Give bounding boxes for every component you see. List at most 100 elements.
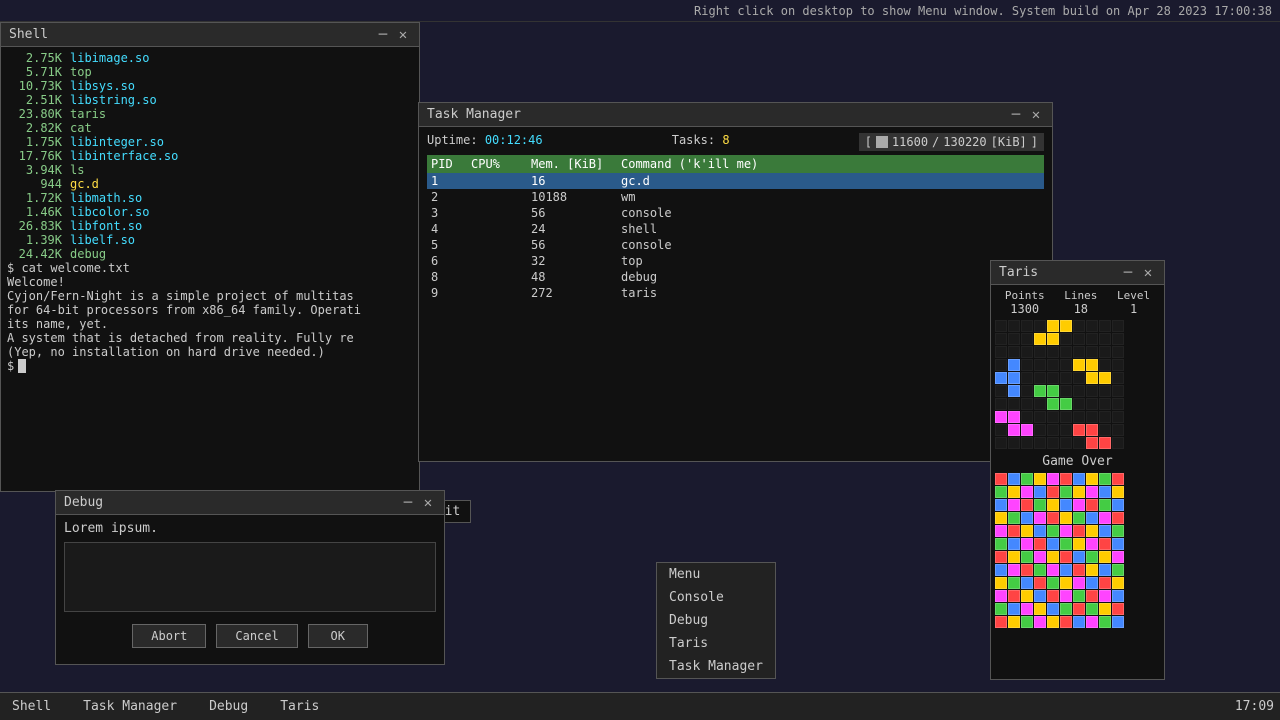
taskmanager-minimize-btn[interactable]: ─: [1008, 107, 1024, 123]
taris-cell: [995, 525, 1007, 537]
debug-abort-btn[interactable]: Abort: [132, 624, 206, 648]
tm-process-row[interactable]: 9272taris: [427, 285, 1044, 301]
context-menu-item[interactable]: Menu: [657, 563, 775, 586]
taris-cell: [1073, 437, 1085, 449]
taris-cell: [995, 424, 1007, 436]
taris-titlebar: Taris ─ ✕: [991, 261, 1164, 285]
tm-tasks-val: 8: [722, 133, 729, 147]
taskbar-taris[interactable]: Taris: [274, 697, 325, 716]
shell-file-line: 1.75Klibinteger.so: [7, 135, 413, 149]
taris-cell: [1060, 616, 1072, 628]
taris-cell: [1086, 616, 1098, 628]
taris-cell: [1073, 590, 1085, 602]
taris-cell: [1099, 473, 1111, 485]
debug-buttons: Abort Cancel OK: [64, 624, 436, 648]
debug-minimize-btn[interactable]: ─: [400, 495, 416, 511]
shell-close-btn[interactable]: ✕: [395, 27, 411, 43]
taris-cell: [1112, 346, 1124, 358]
taris-cell: [1073, 603, 1085, 615]
taskmanager-titlebar: Task Manager ─ ✕: [419, 103, 1052, 127]
shell-input-line: $: [7, 359, 413, 373]
shell-minimize-btn[interactable]: ─: [375, 27, 391, 43]
tm-process-row[interactable]: 424shell: [427, 221, 1044, 237]
tm-process-row[interactable]: 632top: [427, 253, 1044, 269]
debug-ok-btn[interactable]: OK: [308, 624, 368, 648]
taris-cell: [1034, 590, 1046, 602]
taris-lines-val: 18: [1064, 302, 1097, 316]
debug-textarea[interactable]: [64, 542, 436, 612]
taris-cell: [1060, 359, 1072, 371]
shell-para5: (Yep, no installation on hard drive need…: [7, 345, 413, 359]
taris-cell: [1008, 538, 1020, 550]
taris-minimize-btn[interactable]: ─: [1120, 265, 1136, 281]
taris-close-btn[interactable]: ✕: [1140, 265, 1156, 281]
taskmanager-close-btn[interactable]: ✕: [1028, 107, 1044, 123]
taris-cell: [1021, 372, 1033, 384]
context-menu-item[interactable]: Console: [657, 586, 775, 609]
top-bar: Right click on desktop to show Menu wind…: [0, 0, 1280, 22]
taris-cell: [1112, 603, 1124, 615]
taris-cell: [1047, 411, 1059, 423]
taris-cell: [1021, 437, 1033, 449]
taris-cell: [1021, 398, 1033, 410]
shell-file-line: 2.75Klibimage.so: [7, 51, 413, 65]
taris-cell: [1060, 424, 1072, 436]
taskbar-shell[interactable]: Shell: [6, 697, 57, 716]
taris-cell: [1099, 411, 1111, 423]
taris-cell: [1086, 551, 1098, 563]
taris-cell: [1099, 551, 1111, 563]
debug-cancel-btn[interactable]: Cancel: [216, 624, 297, 648]
context-menu-item[interactable]: Taris: [657, 632, 775, 655]
taris-cell: [1021, 616, 1033, 628]
context-menu-item[interactable]: Task Manager: [657, 655, 775, 678]
context-menu-item[interactable]: Debug: [657, 609, 775, 632]
taris-cell: [995, 473, 1007, 485]
taris-cell: [1073, 424, 1085, 436]
taskbar-debug[interactable]: Debug: [203, 697, 254, 716]
taskbar-taskmanager[interactable]: Task Manager: [77, 697, 183, 716]
tm-mem-bar: [876, 136, 888, 148]
shell-file-line: 17.76Klibinterface.so: [7, 149, 413, 163]
shell-window: Shell ─ ✕ 2.75Klibimage.so5.71Ktop10.73K…: [0, 22, 420, 492]
taris-cell: [1086, 525, 1098, 537]
tm-process-row[interactable]: 556console: [427, 237, 1044, 253]
taris-cell: [1021, 538, 1033, 550]
taris-cell: [1060, 333, 1072, 345]
taris-cell: [1060, 372, 1072, 384]
taris-cell: [1073, 525, 1085, 537]
taris-cell: [1112, 486, 1124, 498]
taris-cell: [1047, 499, 1059, 511]
tm-process-row[interactable]: 356console: [427, 205, 1044, 221]
taris-cell: [1099, 486, 1111, 498]
debug-close-btn[interactable]: ✕: [420, 495, 436, 511]
taris-cell: [1047, 603, 1059, 615]
taris-cell: [1099, 359, 1111, 371]
taris-cell: [1112, 577, 1124, 589]
taris-cell: [1034, 385, 1046, 397]
taris-cell: [1086, 359, 1098, 371]
taris-cell: [1099, 385, 1111, 397]
tm-uptime-val: 00:12:46: [485, 133, 543, 147]
taris-cell: [1086, 538, 1098, 550]
tm-process-row[interactable]: 848debug: [427, 269, 1044, 285]
taris-cell: [1086, 437, 1098, 449]
taris-cell: [995, 564, 1007, 576]
tm-col-pid: PID: [431, 157, 471, 171]
taris-cell: [995, 551, 1007, 563]
taris-cell: [1060, 577, 1072, 589]
shell-file-line: 1.72Klibmath.so: [7, 191, 413, 205]
tm-process-row[interactable]: 210188wm: [427, 189, 1044, 205]
tm-process-row[interactable]: 116gc.d: [427, 173, 1044, 189]
shell-file-line: 1.39Klibelf.so: [7, 233, 413, 247]
taris-cell: [1073, 473, 1085, 485]
shell-welcome-line: Welcome!: [7, 275, 413, 289]
taris-cell: [1112, 437, 1124, 449]
taris-cell: [1099, 437, 1111, 449]
taskmanager-content-area: Uptime: 00:12:46 Tasks: 8 [ 11600 / 1302…: [419, 127, 1052, 461]
taris-cell: [1112, 499, 1124, 511]
taris-cell: [1099, 538, 1111, 550]
taris-cell: [1060, 398, 1072, 410]
taris-cell: [1021, 499, 1033, 511]
shell-para3: its name, yet.: [7, 317, 413, 331]
taris-level-stat: Level 1: [1117, 289, 1150, 316]
